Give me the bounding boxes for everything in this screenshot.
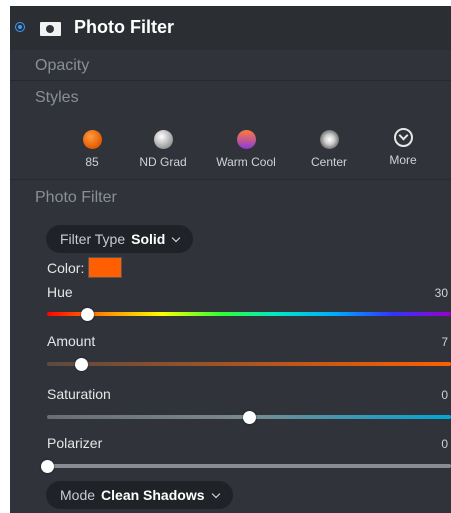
- warm-cool-circle-swatch-icon: [236, 130, 256, 149]
- color-swatch[interactable]: [88, 257, 122, 278]
- chevron-circle-down-icon: [393, 128, 413, 147]
- filter-type-dropdown[interactable]: Filter Type Solid: [46, 225, 194, 253]
- divider: [10, 179, 451, 180]
- hue-value: 30: [434, 286, 448, 300]
- enable-radio-icon[interactable]: [15, 22, 25, 32]
- amount-label: Amount: [47, 333, 96, 349]
- photo-filter-section-label[interactable]: Photo Filter: [35, 189, 117, 207]
- panel-title: Photo Filter: [74, 17, 174, 37]
- mode-dropdown[interactable]: Mode Clean Shadows: [46, 481, 233, 509]
- color-label: Color:: [47, 260, 85, 276]
- polarizer-label: Polarizer: [47, 435, 103, 451]
- photo-filter-panel: Photo Filter Opacity Styles 85 ND Grad W…: [10, 6, 451, 513]
- polarizer-value: 0: [441, 437, 448, 451]
- style-label: 85: [85, 155, 99, 169]
- style-label: Warm Cool: [216, 155, 276, 169]
- amount-value: 7: [441, 335, 448, 349]
- photo-filter-icon: [40, 22, 61, 36]
- filter-type-value: Solid: [131, 231, 166, 247]
- saturation-slider-handle[interactable]: [242, 411, 256, 424]
- hue-slider-handle[interactable]: [80, 308, 94, 321]
- style-85[interactable]: 85: [52, 124, 132, 169]
- styles-section-label[interactable]: Styles: [35, 89, 79, 107]
- style-more[interactable]: More: [363, 124, 443, 167]
- amount-slider-handle[interactable]: [74, 358, 88, 371]
- style-center[interactable]: Center: [289, 124, 369, 169]
- styles-row: 85 ND Grad Warm Cool Center More: [10, 124, 451, 180]
- mode-label: Mode: [60, 487, 96, 503]
- polarizer-slider-track[interactable]: [47, 464, 451, 468]
- chevron-down-icon: [211, 489, 220, 499]
- divider: [10, 80, 451, 81]
- hue-slider-track[interactable]: [47, 312, 451, 316]
- orange-circle-swatch-icon: [82, 130, 102, 149]
- style-nd-grad[interactable]: ND Grad: [123, 124, 203, 169]
- style-label: More: [389, 153, 417, 167]
- mode-value: Clean Shadows: [101, 487, 205, 503]
- filter-type-label: Filter Type: [60, 231, 126, 247]
- chevron-down-icon: [172, 233, 181, 243]
- style-label: Center: [310, 155, 348, 169]
- panel-header[interactable]: Photo Filter: [10, 6, 451, 50]
- saturation-value: 0: [441, 388, 448, 402]
- gray-circle-swatch-icon: [153, 130, 173, 149]
- saturation-label: Saturation: [47, 386, 111, 402]
- style-warm-cool[interactable]: Warm Cool: [206, 124, 286, 169]
- amount-slider-track[interactable]: [47, 362, 451, 366]
- opacity-section-label[interactable]: Opacity: [35, 57, 89, 75]
- style-label: ND Grad: [139, 155, 187, 169]
- hue-label: Hue: [47, 284, 73, 300]
- center-vignette-swatch-icon: [319, 130, 339, 149]
- polarizer-slider-handle[interactable]: [40, 460, 54, 473]
